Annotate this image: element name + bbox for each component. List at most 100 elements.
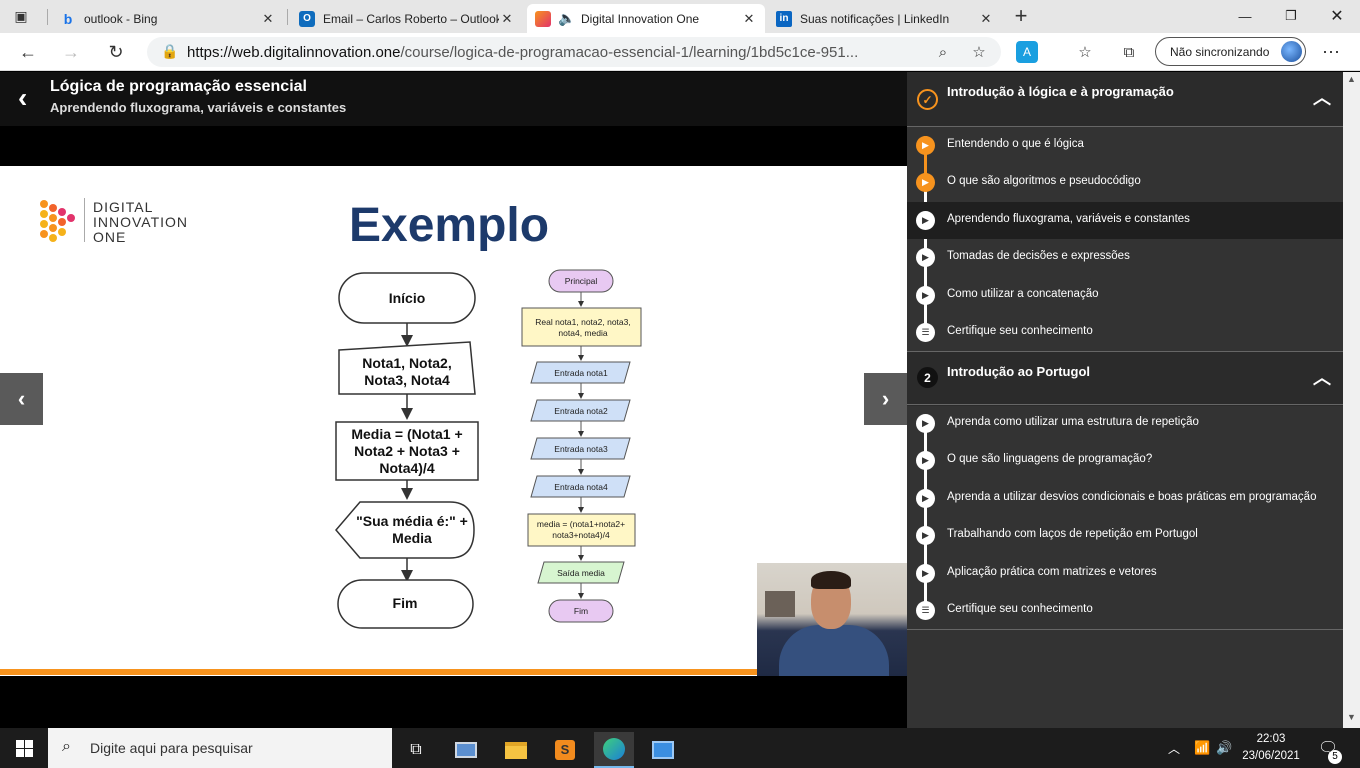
url-field[interactable]: 🔒 https://web.digitalinnovation.one/cour… xyxy=(147,37,1001,67)
restore-button[interactable]: ❐ xyxy=(1268,0,1314,32)
network-icon[interactable]: 📶 xyxy=(1194,728,1210,768)
flow-start-label: Início xyxy=(389,290,426,306)
section-header-2[interactable]: 2 Introdução ao Portugol ︿ xyxy=(907,352,1343,406)
list-icon: ☰ xyxy=(916,323,935,342)
course-title: Lógica de programação essencial xyxy=(50,78,307,95)
rflow-declare-label: nota4, media xyxy=(558,328,607,338)
new-tab-button[interactable]: + xyxy=(1006,1,1036,31)
next-lesson-button[interactable]: › xyxy=(864,373,907,425)
flow-input-label: Nota3, Nota4 xyxy=(364,372,450,388)
photos-icon[interactable] xyxy=(643,732,683,768)
lesson-item[interactable]: ☰ Certifique seu conhecimento xyxy=(907,314,1343,351)
page-scrollbar[interactable]: ▲ ▼ xyxy=(1343,72,1360,728)
tab-actions-icon[interactable]: ▣ xyxy=(6,1,36,31)
chevron-up-icon[interactable]: ︿ xyxy=(1313,364,1331,390)
close-tab-icon[interactable]: ✕ xyxy=(260,11,276,27)
lesson-item[interactable]: ▶ Trabalhando com laços de repetição em … xyxy=(907,517,1343,554)
lesson-item[interactable]: ▶ Como utilizar a concatenação xyxy=(907,277,1343,314)
play-icon: ▶ xyxy=(916,414,935,433)
rflow-declare-label: Real nota1, nota2, nota3, xyxy=(535,317,630,327)
flow-process-label: Nota2 + Nota3 + xyxy=(354,443,460,459)
close-window-button[interactable]: ✕ xyxy=(1314,0,1360,32)
zoom-icon[interactable]: ⌕ xyxy=(932,41,954,63)
tab-bing[interactable]: b outlook - Bing ✕ xyxy=(52,4,284,33)
search-icon: ⌕ xyxy=(62,738,71,755)
back-chevron-icon[interactable]: ‹ xyxy=(18,82,27,114)
refresh-button[interactable]: ↻ xyxy=(101,37,131,67)
lesson-item[interactable]: ▶ Entendendo o que é lógica xyxy=(907,127,1343,164)
chevron-up-icon[interactable]: ︿ xyxy=(1313,84,1331,110)
play-icon: ▶ xyxy=(916,173,935,192)
tab-outlook[interactable]: O Email – Carlos Roberto – Outlook ✕ xyxy=(291,4,523,33)
lesson-item[interactable]: ▶ O que são algoritmos e pseudocódigo xyxy=(907,164,1343,201)
sublime-text-icon[interactable]: S xyxy=(545,732,585,768)
flow-process-label: Media = (Nota1 + xyxy=(351,426,462,442)
lesson-item[interactable]: ▶ Tomadas de decisões e expressões xyxy=(907,239,1343,276)
browser-tab-strip: ▣ b outlook - Bing ✕ O Email – Carlos Ro… xyxy=(0,0,1360,33)
control-panel-icon[interactable] xyxy=(446,732,486,768)
minimize-button[interactable]: — xyxy=(1222,0,1268,32)
tab-linkedin[interactable]: in Suas notificações | LinkedIn ✕ xyxy=(768,4,1002,33)
check-circle-icon: ✓ xyxy=(917,89,938,110)
flow-end-label: Fim xyxy=(393,595,418,611)
video-progress-bar[interactable] xyxy=(0,669,760,675)
play-icon: ▶ xyxy=(916,286,935,305)
forward-button[interactable]: → xyxy=(56,37,86,67)
linkedin-icon: in xyxy=(776,10,792,27)
system-clock[interactable]: 22:03 23/06/2021 xyxy=(1236,731,1306,765)
lesson-item-current[interactable]: ▶ Aprendendo fluxograma, variáveis e con… xyxy=(907,202,1343,239)
play-icon: ▶ xyxy=(916,136,935,155)
lesson-item[interactable]: ▶ Aplicação prática com matrizes e vetor… xyxy=(907,555,1343,592)
outlook-icon: O xyxy=(299,10,315,27)
flow-display-label: "Sua média é:" + xyxy=(356,513,468,529)
lesson-item[interactable]: ▶ O que são linguagens de programação? xyxy=(907,442,1343,479)
scroll-up-icon[interactable]: ▲ xyxy=(1347,74,1356,84)
show-hidden-icons[interactable]: ︿ xyxy=(1168,728,1180,768)
profile-avatar xyxy=(1281,41,1302,62)
list-icon: ☰ xyxy=(916,601,935,620)
start-button[interactable] xyxy=(0,728,48,768)
lesson-item[interactable]: ▶ Aprenda como utilizar uma estrutura de… xyxy=(907,405,1343,442)
instructor-webcam xyxy=(757,563,907,676)
rflow-input-label: Entrada nota1 xyxy=(554,368,608,378)
previous-lesson-button[interactable]: ‹ xyxy=(0,373,43,425)
rflow-input-label: Entrada nota4 xyxy=(554,482,608,492)
rflow-output-label: Saída media xyxy=(557,568,605,578)
course-page: ‹ Lógica de programação essencial Aprend… xyxy=(0,72,1360,728)
rflow-start-label: Principal xyxy=(565,276,598,286)
windows-logo-icon xyxy=(15,739,33,757)
notification-count-badge: 5 xyxy=(1328,750,1342,764)
close-tab-icon[interactable]: ✕ xyxy=(741,11,757,27)
flow-display-label: Media xyxy=(392,530,432,546)
rflow-assign-label: nota3+nota4)/4 xyxy=(552,530,610,540)
tab-digital-innovation-one[interactable]: 🔈 Digital Innovation One ✕ xyxy=(527,4,765,33)
rflow-input-label: Entrada nota3 xyxy=(554,444,608,454)
play-icon: ▶ xyxy=(916,211,935,230)
lesson-item[interactable]: ☰ Certifique seu conhecimento xyxy=(907,592,1343,629)
play-icon: ▶ xyxy=(916,451,935,470)
add-favorite-icon[interactable]: ☆ xyxy=(968,41,990,63)
file-explorer-icon[interactable] xyxy=(496,732,536,768)
windows-taskbar: ⌕ Digite aqui para pesquisar ⧉ S ︿ 📶 🔊 2… xyxy=(0,728,1360,768)
rflow-input-label: Entrada nota2 xyxy=(554,406,608,416)
read-aloud-icon[interactable]: A xyxy=(1016,41,1038,63)
close-tab-icon[interactable]: ✕ xyxy=(978,11,994,27)
bing-icon: b xyxy=(63,10,73,27)
section-header-1[interactable]: ✓ Introdução à lógica e à programação ︿ xyxy=(907,72,1343,126)
back-button[interactable]: ← xyxy=(13,37,43,67)
edge-browser-icon[interactable] xyxy=(594,732,634,768)
taskbar-search[interactable]: ⌕ Digite aqui para pesquisar xyxy=(48,728,392,768)
speaker-icon[interactable]: 🔈 xyxy=(558,10,575,27)
close-tab-icon[interactable]: ✕ xyxy=(499,11,515,27)
collections-icon[interactable]: ⧉ xyxy=(1118,41,1140,63)
lesson-item[interactable]: ▶ Aprenda a utilizar desvios condicionai… xyxy=(907,480,1343,517)
address-bar: ← → ↻ 🔒 https://web.digitalinnovation.on… xyxy=(0,33,1360,71)
favorites-icon[interactable]: ☆ xyxy=(1074,41,1096,63)
sync-button[interactable]: Não sincronizando xyxy=(1155,37,1306,66)
play-icon: ▶ xyxy=(916,248,935,267)
lesson-title: Aprendendo fluxograma, variáveis e const… xyxy=(50,100,347,115)
scroll-down-icon[interactable]: ▼ xyxy=(1347,712,1356,722)
volume-icon[interactable]: 🔊 xyxy=(1216,728,1232,768)
task-view-icon[interactable]: ⧉ xyxy=(396,732,436,768)
more-menu-icon[interactable]: ⋯ xyxy=(1320,41,1342,63)
